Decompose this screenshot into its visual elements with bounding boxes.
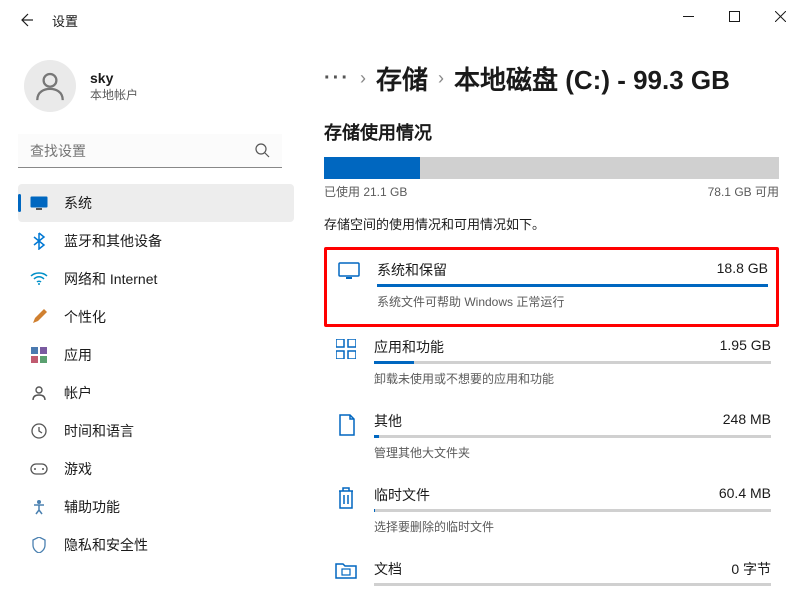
category-desc: 管理其他大文件夹: [374, 444, 771, 461]
category-size: 18.8 GB: [717, 260, 768, 280]
nav-label: 帐户: [64, 383, 92, 403]
main-content: ··· › 存储 › 本地磁盘 (C:) - 99.3 GB 存储使用情况 已使…: [300, 40, 803, 590]
category-docs[interactable]: 文档0 字节管理"文档"文件夹: [324, 549, 779, 590]
bluetooth-icon: [30, 232, 48, 250]
category-size: 248 MB: [723, 411, 771, 431]
category-bar: [374, 509, 771, 512]
nav-bluetooth[interactable]: 蓝牙和其他设备: [18, 222, 294, 260]
breadcrumb-overflow[interactable]: ···: [324, 67, 350, 90]
nav-accessibility[interactable]: 辅助功能: [18, 488, 294, 526]
temp-icon: [332, 485, 360, 535]
docs-icon: [332, 559, 360, 590]
category-title: 临时文件: [374, 485, 430, 505]
category-temp[interactable]: 临时文件 60.4 MB 选择要删除的临时文件: [324, 475, 779, 549]
breadcrumb: ··· › 存储 › 本地磁盘 (C:) - 99.3 GB: [324, 60, 779, 97]
apps-icon: [332, 337, 360, 387]
nav-label: 个性化: [64, 307, 106, 327]
category-desc: 系统文件可帮助 Windows 正常运行: [377, 293, 768, 310]
nav-accounts[interactable]: 帐户: [18, 374, 294, 412]
category-apps[interactable]: 应用和功能 1.95 GB 卸载未使用或不想要的应用和功能: [324, 327, 779, 401]
usage-used: 已使用 21.1 GB: [324, 183, 407, 200]
usage-title: 存储使用情况: [324, 119, 779, 145]
avatar: [24, 60, 76, 112]
nav-label: 时间和语言: [64, 421, 134, 441]
nav-network[interactable]: 网络和 Internet: [18, 260, 294, 298]
apps-icon: [30, 346, 48, 364]
nav-system[interactable]: 系统: [18, 184, 294, 222]
category-size: 0 字节: [731, 559, 771, 579]
category-bar: [377, 284, 768, 287]
category-title: 文档: [374, 559, 402, 579]
wifi-icon: [30, 270, 48, 288]
nav-label: 辅助功能: [64, 497, 120, 517]
accessibility-icon: [30, 498, 48, 516]
shield-icon: [30, 536, 48, 554]
usage-desc: 存储空间的使用情况和可用情况如下。: [324, 214, 779, 233]
maximize-button[interactable]: [711, 0, 757, 32]
nav-time[interactable]: 时间和语言: [18, 412, 294, 450]
breadcrumb-storage[interactable]: 存储: [376, 60, 428, 97]
search-input[interactable]: [18, 134, 282, 168]
nav-gaming[interactable]: 游戏: [18, 450, 294, 488]
clock-icon: [30, 422, 48, 440]
close-button[interactable]: [757, 0, 803, 32]
nav-label: 蓝牙和其他设备: [64, 231, 162, 251]
category-bar: [374, 361, 771, 364]
chevron-right-icon: ›: [360, 68, 366, 89]
window-title: 设置: [52, 11, 78, 30]
category-size: 60.4 MB: [719, 485, 771, 505]
user-sub: 本地帐户: [90, 86, 138, 103]
category-bar: [374, 583, 771, 586]
category-system[interactable]: 系统和保留 18.8 GB 系统文件可帮助 Windows 正常运行: [324, 247, 779, 327]
nav-privacy[interactable]: 隐私和安全性: [18, 526, 294, 564]
category-title: 应用和功能: [374, 337, 444, 357]
nav-label: 游戏: [64, 459, 92, 479]
category-desc: 卸载未使用或不想要的应用和功能: [374, 370, 771, 387]
brush-icon: [30, 308, 48, 326]
nav-label: 网络和 Internet: [64, 269, 157, 289]
usage-free: 78.1 GB 可用: [708, 183, 779, 200]
user-block[interactable]: sky 本地帐户: [24, 60, 294, 112]
search-box[interactable]: [18, 134, 282, 168]
nav: 系统 蓝牙和其他设备 网络和 Internet 个性化 应用 帐户: [18, 184, 294, 564]
category-desc: 选择要删除的临时文件: [374, 518, 771, 535]
category-title: 其他: [374, 411, 402, 431]
sidebar: sky 本地帐户 系统 蓝牙和其他设备 网络和 Internet: [0, 40, 300, 590]
category-size: 1.95 GB: [720, 337, 771, 357]
gamepad-icon: [30, 460, 48, 478]
breadcrumb-disk: 本地磁盘 (C:) - 99.3 GB: [454, 60, 730, 97]
search-icon: [254, 142, 270, 158]
other-icon: [332, 411, 360, 461]
back-button[interactable]: [18, 12, 34, 28]
user-name: sky: [90, 70, 138, 86]
nav-apps[interactable]: 应用: [18, 336, 294, 374]
person-icon: [30, 384, 48, 402]
nav-personalization[interactable]: 个性化: [18, 298, 294, 336]
nav-label: 系统: [64, 193, 92, 213]
category-bar: [374, 435, 771, 438]
category-other[interactable]: 其他 248 MB 管理其他大文件夹: [324, 401, 779, 475]
category-title: 系统和保留: [377, 260, 447, 280]
minimize-button[interactable]: [665, 0, 711, 32]
usage-bar: [324, 157, 779, 179]
system-icon: [335, 260, 363, 310]
chevron-right-icon: ›: [438, 68, 444, 89]
nav-label: 隐私和安全性: [64, 535, 148, 555]
system-icon: [30, 194, 48, 212]
usage-fill: [324, 157, 420, 179]
nav-label: 应用: [64, 345, 92, 365]
